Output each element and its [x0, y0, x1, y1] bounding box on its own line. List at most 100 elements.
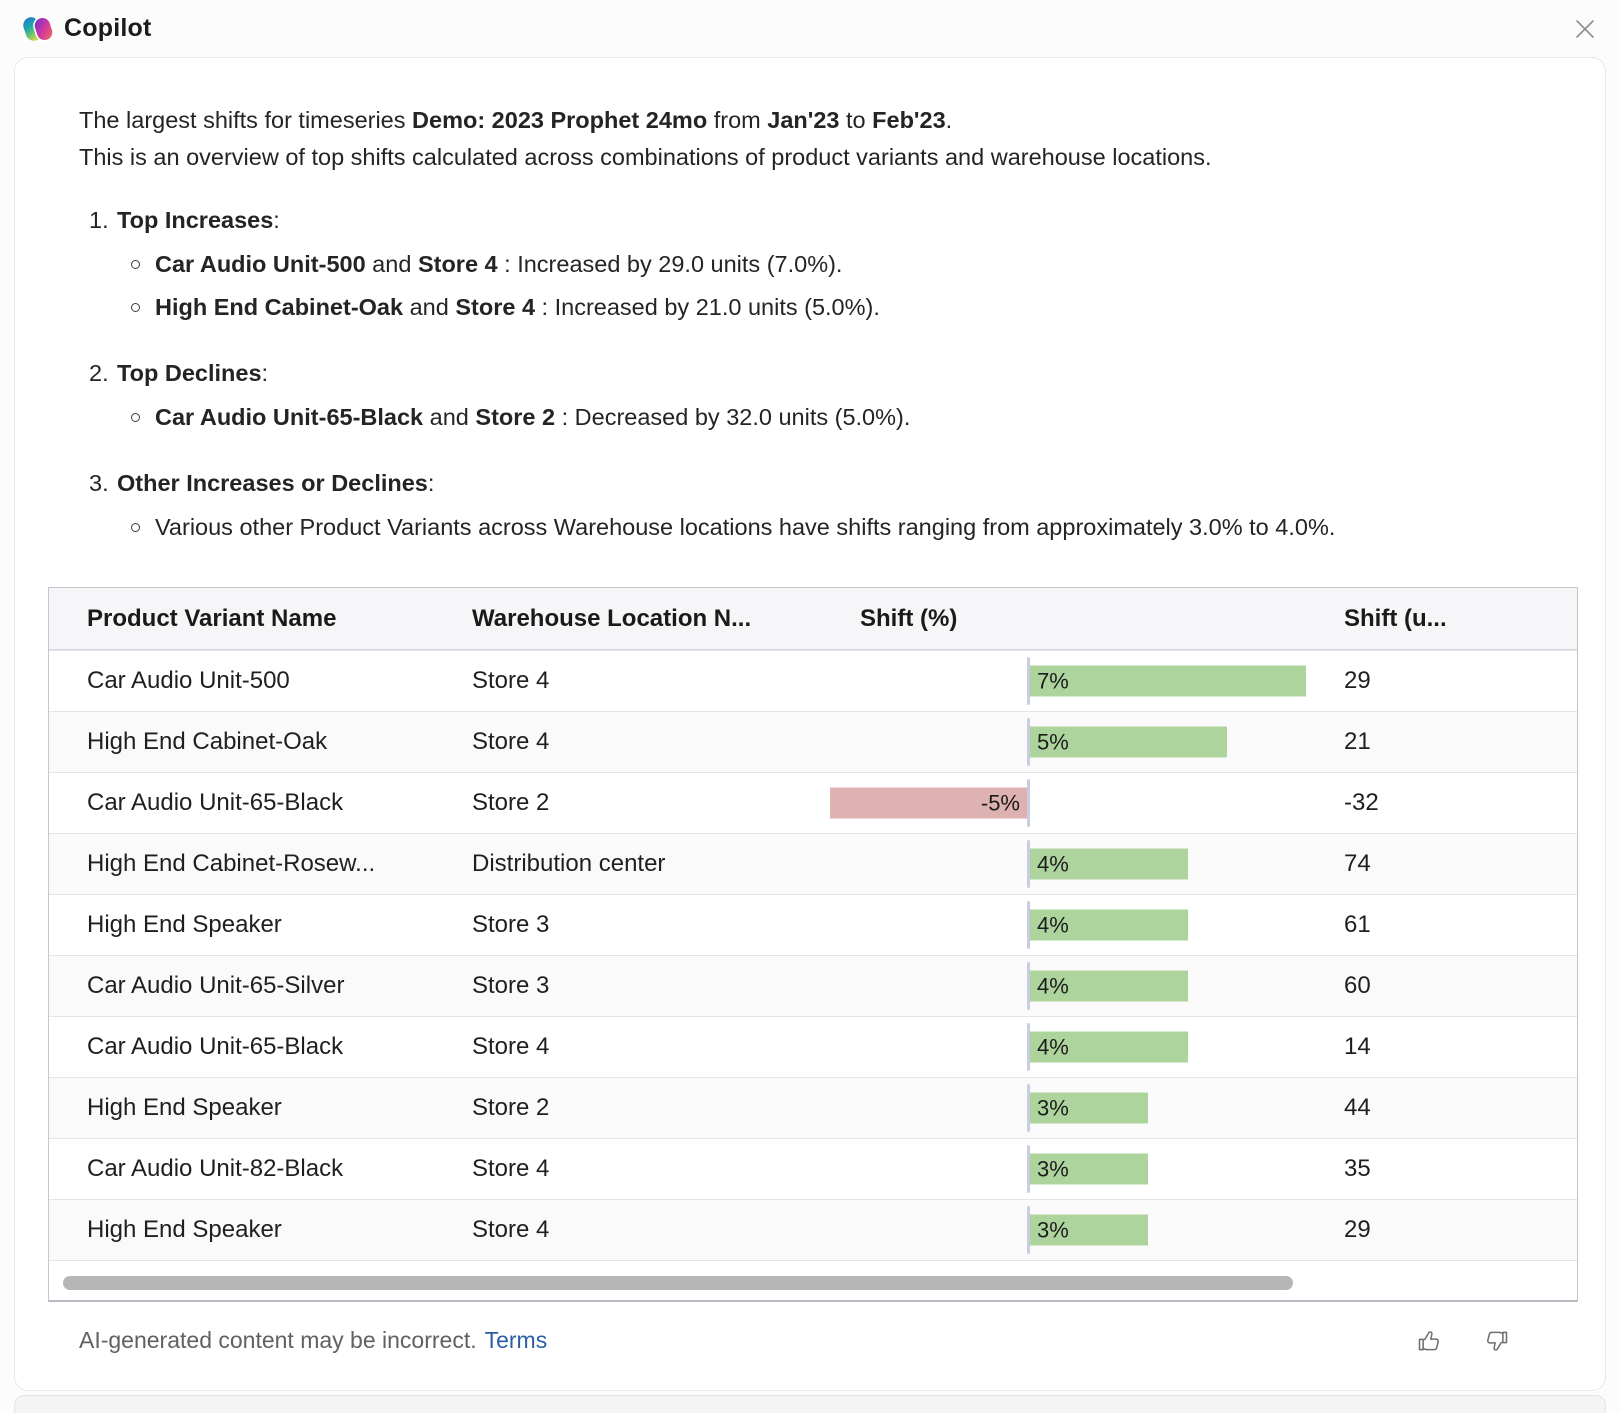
- column-header-shift-pct: Shift (%): [860, 604, 958, 632]
- bullet-item: High End Cabinet-Oak and Store 4 : Incre…: [89, 286, 1561, 329]
- bullet-list: Car Audio Unit-65-Black and Store 2 : De…: [89, 396, 1561, 439]
- bold-text: Store 4: [417, 251, 498, 277]
- section-number: 3.: [89, 470, 109, 496]
- text-run: The largest shifts for timeseries: [79, 107, 413, 133]
- cell-shift-units: 44: [1344, 1094, 1371, 1121]
- cell-shift-bar: -5%: [822, 773, 1307, 833]
- thumbs-down-button[interactable]: [1481, 1326, 1511, 1356]
- cell-product: High End Speaker: [87, 1216, 282, 1243]
- cell-shift-units: 60: [1344, 972, 1371, 999]
- shift-bar: 4%: [1030, 848, 1188, 880]
- thumbs-down-icon: [1487, 1331, 1508, 1351]
- cell-shift-units: 29: [1344, 1216, 1371, 1243]
- column-header-warehouse: Warehouse Location N...: [472, 604, 752, 632]
- text-run: : Increased by 29.0 units (7.0%).: [497, 251, 843, 277]
- footer-disclaimer-row: AI-generated content may be incorrect. Te…: [79, 1327, 547, 1354]
- column-header-shift-units: Shift (u...: [1344, 604, 1447, 632]
- next-card-edge: [14, 1395, 1606, 1413]
- cell-warehouse: Store 2: [472, 789, 550, 816]
- table-row: High End Cabinet-Rosew... Distribution c…: [49, 833, 1577, 894]
- bar-label: 4%: [1037, 851, 1069, 876]
- bold-text: Feb'23: [872, 107, 946, 133]
- text-run: from: [707, 107, 768, 133]
- bold-text: Car Audio Unit-500: [155, 251, 366, 277]
- text-run: : Increased by 21.0 units (5.0%).: [535, 294, 880, 320]
- cell-product: Car Audio Unit-500: [87, 667, 290, 694]
- cell-shift-bar: 7%: [822, 651, 1307, 711]
- table-header-row: Product Variant Name Warehouse Location …: [49, 588, 1577, 650]
- copilot-pane: { "header": { "app_title": "Copilot" }, …: [0, 0, 1620, 1413]
- table-row: Car Audio Unit-65-Black Store 4 4% 14: [49, 1016, 1577, 1077]
- section-title: Other Increases or Declines: [117, 470, 428, 496]
- bold-text: Demo: 2023 Prophet 24mo: [412, 107, 708, 133]
- section-heading: 1. Top Increases:: [89, 202, 1561, 239]
- shift-bar: 3%: [1030, 1092, 1149, 1124]
- table-row: High End Cabinet-Oak Store 4 5% 21: [49, 711, 1577, 772]
- section-title-suffix: :: [261, 360, 269, 386]
- table-scrollbar: [49, 1260, 1577, 1300]
- table-body: Car Audio Unit-500 Store 4 7% 29 High En…: [49, 650, 1577, 1260]
- scrollbar-thumb[interactable]: [63, 1276, 1293, 1290]
- bullet-item: Car Audio Unit-65-Black and Store 2 : De…: [89, 396, 1561, 439]
- cell-shift-bar: 4%: [822, 956, 1307, 1016]
- bold-text: Store 2: [475, 404, 556, 430]
- cell-shift-bar: 4%: [822, 895, 1307, 955]
- cell-shift-bar: 3%: [822, 1200, 1307, 1260]
- text-run: and: [365, 251, 418, 277]
- text-run: .: [945, 107, 953, 133]
- feedback-buttons: [1415, 1326, 1511, 1356]
- table-row: Car Audio Unit-65-Silver Store 3 4% 60: [49, 955, 1577, 1016]
- bar-label: 4%: [1037, 1034, 1069, 1059]
- bar-axis: [1027, 779, 1030, 827]
- bold-text: Store 4: [455, 294, 536, 320]
- section-heading: 2. Top Declines:: [89, 355, 1561, 392]
- text-run: and: [403, 294, 456, 320]
- terms-link[interactable]: Terms: [485, 1327, 548, 1353]
- thumbs-up-button[interactable]: [1415, 1326, 1445, 1356]
- text-run: Various other Product Variants across Wa…: [155, 514, 1336, 540]
- text-run: This is an overview of top shifts calcul…: [79, 144, 1212, 170]
- cell-shift-bar: 4%: [822, 834, 1307, 894]
- cell-product: Car Audio Unit-65-Black: [87, 789, 344, 816]
- disclaimer-text: AI-generated content may be incorrect.: [79, 1327, 477, 1353]
- section-number: 1.: [89, 207, 109, 233]
- cell-warehouse: Store 4: [472, 728, 550, 755]
- shift-bar: 3%: [1030, 1153, 1149, 1185]
- cell-warehouse: Store 4: [472, 1216, 550, 1243]
- table-row: High End Speaker Store 3 4% 61: [49, 894, 1577, 955]
- cell-shift-units: 29: [1344, 667, 1371, 694]
- bar-label: 3%: [1037, 1095, 1069, 1120]
- text-run: and: [423, 404, 476, 430]
- cell-shift-units: 61: [1344, 911, 1371, 938]
- shift-bar: 4%: [1030, 970, 1188, 1002]
- cell-product: High End Speaker: [87, 911, 282, 938]
- cell-warehouse: Store 3: [472, 911, 550, 938]
- cell-shift-units: -32: [1344, 789, 1379, 816]
- bar-label: 4%: [1037, 912, 1069, 937]
- text-run: : Decreased by 32.0 units (5.0%).: [555, 404, 911, 430]
- close-icon: [1576, 20, 1594, 38]
- bar-label: 4%: [1037, 973, 1069, 998]
- app-title: Copilot: [64, 14, 152, 42]
- bullet-item: Car Audio Unit-500 and Store 4 : Increas…: [89, 243, 1561, 286]
- copilot-logo-icon: [22, 14, 54, 44]
- cell-warehouse: Store 4: [472, 1033, 550, 1060]
- summary-line-1: The largest shifts for timeseries Demo: …: [79, 102, 1561, 139]
- cell-warehouse: Distribution center: [472, 850, 666, 877]
- cell-shift-bar: 3%: [822, 1139, 1307, 1199]
- cell-product: Car Audio Unit-82-Black: [87, 1155, 344, 1182]
- summary-line-2: This is an overview of top shifts calcul…: [79, 139, 1561, 176]
- section-heading: 3. Other Increases or Declines:: [89, 465, 1561, 502]
- section-title-wrap: Top Declines:: [117, 355, 268, 392]
- section-title-wrap: Other Increases or Declines:: [117, 465, 434, 502]
- section-title: Top Increases: [117, 207, 274, 233]
- cell-product: Car Audio Unit-65-Silver: [87, 972, 345, 999]
- cell-product: High End Cabinet-Oak: [87, 728, 328, 755]
- cell-shift-units: 21: [1344, 728, 1371, 755]
- close-button[interactable]: [1568, 12, 1602, 46]
- section-title-wrap: Top Increases:: [117, 202, 280, 239]
- bar-label: 5%: [1037, 729, 1069, 754]
- text-run: to: [839, 107, 873, 133]
- cell-shift-units: 35: [1344, 1155, 1371, 1182]
- bold-text: Jan'23: [767, 107, 840, 133]
